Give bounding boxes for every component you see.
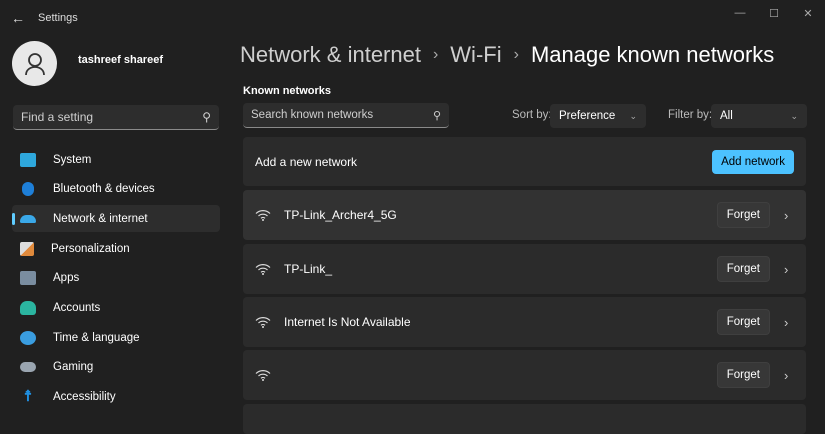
bluetooth-icon bbox=[22, 182, 34, 197]
filter-label: Filter by: bbox=[668, 109, 713, 121]
sidebar-item-personalization[interactable]: Personalization bbox=[12, 235, 220, 262]
add-network-card: Add a new network Add network bbox=[243, 137, 806, 186]
brush-icon bbox=[20, 241, 34, 256]
forget-button[interactable]: Forget bbox=[716, 362, 770, 388]
sidebar-nav: System Bluetooth & devices Network & int… bbox=[12, 146, 220, 413]
maximize-icon[interactable]: ☐ bbox=[757, 0, 791, 26]
search-networks-input[interactable]: Search known networks ⚲ bbox=[243, 103, 449, 128]
search-icon: ⚲ bbox=[432, 109, 441, 122]
network-row[interactable]: TP-Link_Archer4_5G Forget › bbox=[243, 190, 806, 240]
chevron-right-icon[interactable]: › bbox=[784, 208, 794, 223]
accessibility-icon: ☨ bbox=[23, 388, 33, 405]
breadcrumb: Network & internet › Wi-Fi › Manage know… bbox=[240, 42, 774, 68]
chevron-right-icon: › bbox=[513, 46, 519, 63]
sort-label: Sort by: bbox=[512, 109, 552, 121]
network-row[interactable]: Forget › bbox=[243, 350, 806, 400]
network-row[interactable]: Internet Is Not Available Forget › bbox=[243, 297, 806, 347]
nav-label: Apps bbox=[53, 272, 80, 285]
nav-label: Accounts bbox=[53, 301, 101, 314]
network-name: Internet Is Not Available bbox=[284, 315, 411, 329]
sidebar-item-apps[interactable]: Apps bbox=[12, 265, 220, 292]
wifi-icon bbox=[255, 209, 271, 221]
globe-clock-icon bbox=[20, 330, 36, 345]
gamepad-icon bbox=[20, 362, 36, 373]
sidebar-item-gaming[interactable]: Gaming bbox=[12, 354, 220, 381]
breadcrumb-network[interactable]: Network & internet bbox=[240, 42, 421, 68]
nav-label: Personalization bbox=[51, 242, 130, 255]
apps-icon bbox=[20, 271, 36, 286]
filter-dropdown[interactable]: All ⌄ bbox=[711, 104, 807, 128]
nav-label: Bluetooth & devices bbox=[53, 183, 155, 196]
network-row[interactable] bbox=[243, 404, 806, 434]
person-icon bbox=[24, 52, 45, 75]
system-icon bbox=[20, 152, 36, 167]
user-name: tashreef shareef bbox=[78, 54, 163, 66]
sidebar-item-system[interactable]: System bbox=[12, 146, 220, 173]
network-name: TP-Link_ bbox=[284, 262, 333, 276]
wifi-icon bbox=[255, 263, 271, 275]
sidebar-item-bluetooth[interactable]: Bluetooth & devices bbox=[12, 176, 220, 203]
user-profile: tashreef shareef bbox=[12, 41, 163, 86]
add-network-button[interactable]: Add network bbox=[712, 149, 794, 174]
chevron-right-icon[interactable]: › bbox=[784, 368, 794, 383]
minimize-icon[interactable]: — bbox=[723, 0, 757, 26]
forget-button[interactable]: Forget bbox=[716, 256, 770, 282]
find-setting-input[interactable]: Find a setting ⚲ bbox=[13, 105, 219, 130]
nav-label: Network & internet bbox=[53, 212, 148, 225]
nav-label: Time & language bbox=[53, 331, 140, 344]
forget-button[interactable]: Forget bbox=[716, 202, 770, 228]
filter-value: All bbox=[720, 110, 733, 122]
forget-button[interactable]: Forget bbox=[716, 309, 770, 335]
network-name: TP-Link_Archer4_5G bbox=[284, 208, 397, 222]
search-placeholder: Search known networks bbox=[251, 109, 374, 121]
title-bar: ← Settings — ☐ ✕ bbox=[0, 0, 825, 36]
chevron-right-icon[interactable]: › bbox=[784, 262, 794, 277]
nav-label: Accessibility bbox=[53, 391, 116, 403]
sidebar-item-network[interactable]: Network & internet bbox=[12, 205, 220, 233]
add-network-label: Add a new network bbox=[255, 154, 358, 169]
wifi-icon bbox=[255, 369, 271, 381]
accounts-icon bbox=[20, 300, 36, 315]
chevron-right-icon[interactable]: › bbox=[784, 315, 794, 330]
back-arrow-icon[interactable]: ← bbox=[0, 10, 36, 26]
search-icon: ⚲ bbox=[202, 110, 211, 124]
wifi-icon bbox=[255, 316, 271, 328]
wifi-icon bbox=[20, 214, 36, 223]
find-placeholder: Find a setting bbox=[21, 110, 94, 124]
avatar[interactable] bbox=[12, 41, 57, 86]
sidebar-item-accounts[interactable]: Accounts bbox=[12, 294, 220, 321]
chevron-down-icon: ⌄ bbox=[790, 110, 798, 121]
nav-label: System bbox=[53, 153, 92, 166]
app-title: Settings bbox=[38, 12, 78, 24]
page-title: Manage known networks bbox=[530, 42, 775, 67]
close-icon[interactable]: ✕ bbox=[791, 0, 825, 26]
network-row[interactable]: TP-Link_ Forget › bbox=[243, 244, 806, 294]
nav-label: Gaming bbox=[53, 361, 94, 374]
chevron-down-icon: ⌄ bbox=[629, 110, 637, 121]
sort-dropdown[interactable]: Preference ⌄ bbox=[550, 104, 646, 128]
sort-value: Preference bbox=[559, 110, 616, 122]
breadcrumb-wifi[interactable]: Wi-Fi bbox=[450, 42, 501, 68]
sidebar-item-time-language[interactable]: Time & language bbox=[12, 324, 220, 351]
chevron-right-icon: › bbox=[432, 46, 439, 63]
section-heading: Known networks bbox=[243, 85, 332, 97]
sidebar-item-accessibility[interactable]: ☨ Accessibility bbox=[12, 384, 220, 411]
